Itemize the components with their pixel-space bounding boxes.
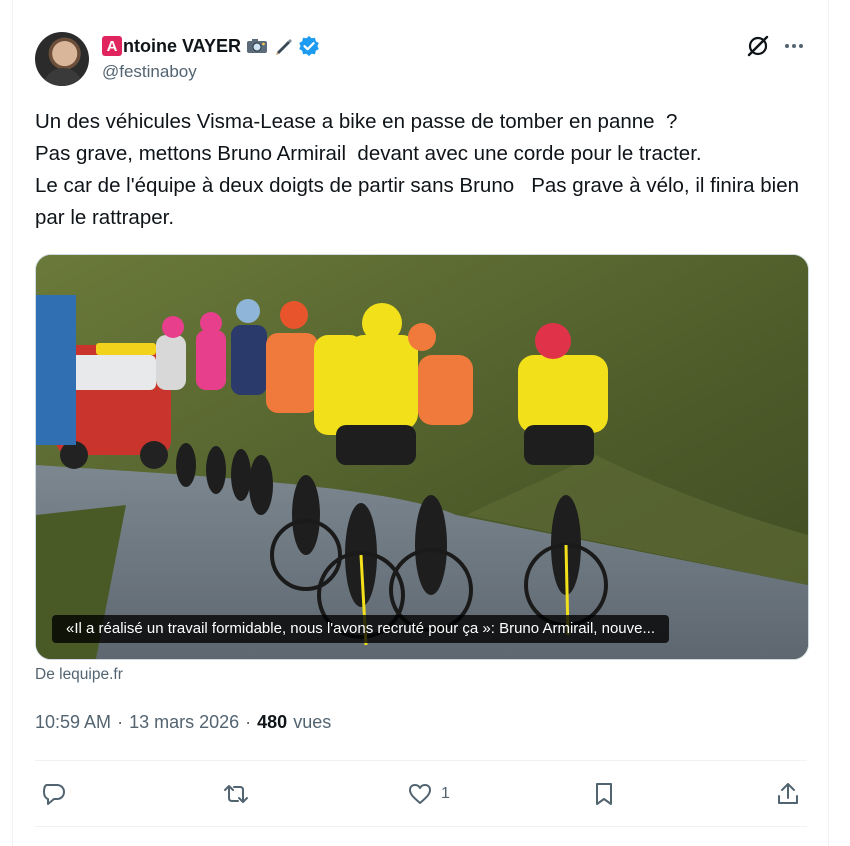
action-bar: 1 [35, 770, 807, 818]
cycling-photo [36, 255, 808, 659]
author-name-row[interactable]: A ntoine VAYER [102, 34, 320, 58]
link-source[interactable]: De lequipe.fr [35, 666, 123, 684]
tweet-date[interactable]: 13 mars 2026 [129, 712, 239, 733]
like-count: 1 [441, 785, 450, 802]
tweet-time[interactable]: 10:59 AM [35, 712, 111, 733]
divider [35, 826, 807, 827]
retweet-icon [224, 785, 248, 803]
meta-separator: · [117, 712, 124, 732]
tweet-text: Un des véhicules Visma-Lease a bike en p… [35, 110, 800, 229]
name-badge: A [102, 36, 122, 56]
pen-icon [276, 39, 293, 55]
like-button[interactable]: 1 [407, 776, 450, 812]
camera-icon [247, 39, 268, 53]
views-label: vues [293, 712, 332, 732]
views-count: 480 [257, 712, 288, 732]
avatar[interactable] [35, 32, 89, 86]
share-icon [778, 783, 798, 804]
verified-icon [299, 36, 319, 56]
bookmark-button[interactable] [591, 776, 625, 812]
avatar-shirt [43, 68, 83, 86]
author-display-name[interactable]: ntoine VAYER [123, 36, 241, 57]
author-handle[interactable]: @festinaboy [102, 62, 197, 82]
tweet-meta: 10:59 AM · 13 mars 2026 · 480 vues [35, 712, 331, 733]
reply-icon [43, 784, 65, 805]
share-button[interactable] [775, 776, 801, 812]
media-card[interactable]: «Il a réalisé un travail formidable, nou… [35, 254, 809, 660]
retweet-button[interactable] [223, 776, 257, 812]
reply-button[interactable] [41, 776, 75, 812]
meta-separator: · [245, 712, 252, 732]
divider [35, 760, 807, 761]
media-caption: «Il a réalisé un travail formidable, nou… [52, 615, 669, 643]
more-icon[interactable] [780, 32, 808, 60]
grok-icon[interactable] [744, 32, 772, 60]
heart-icon [409, 784, 431, 804]
bookmark-icon [596, 783, 612, 805]
